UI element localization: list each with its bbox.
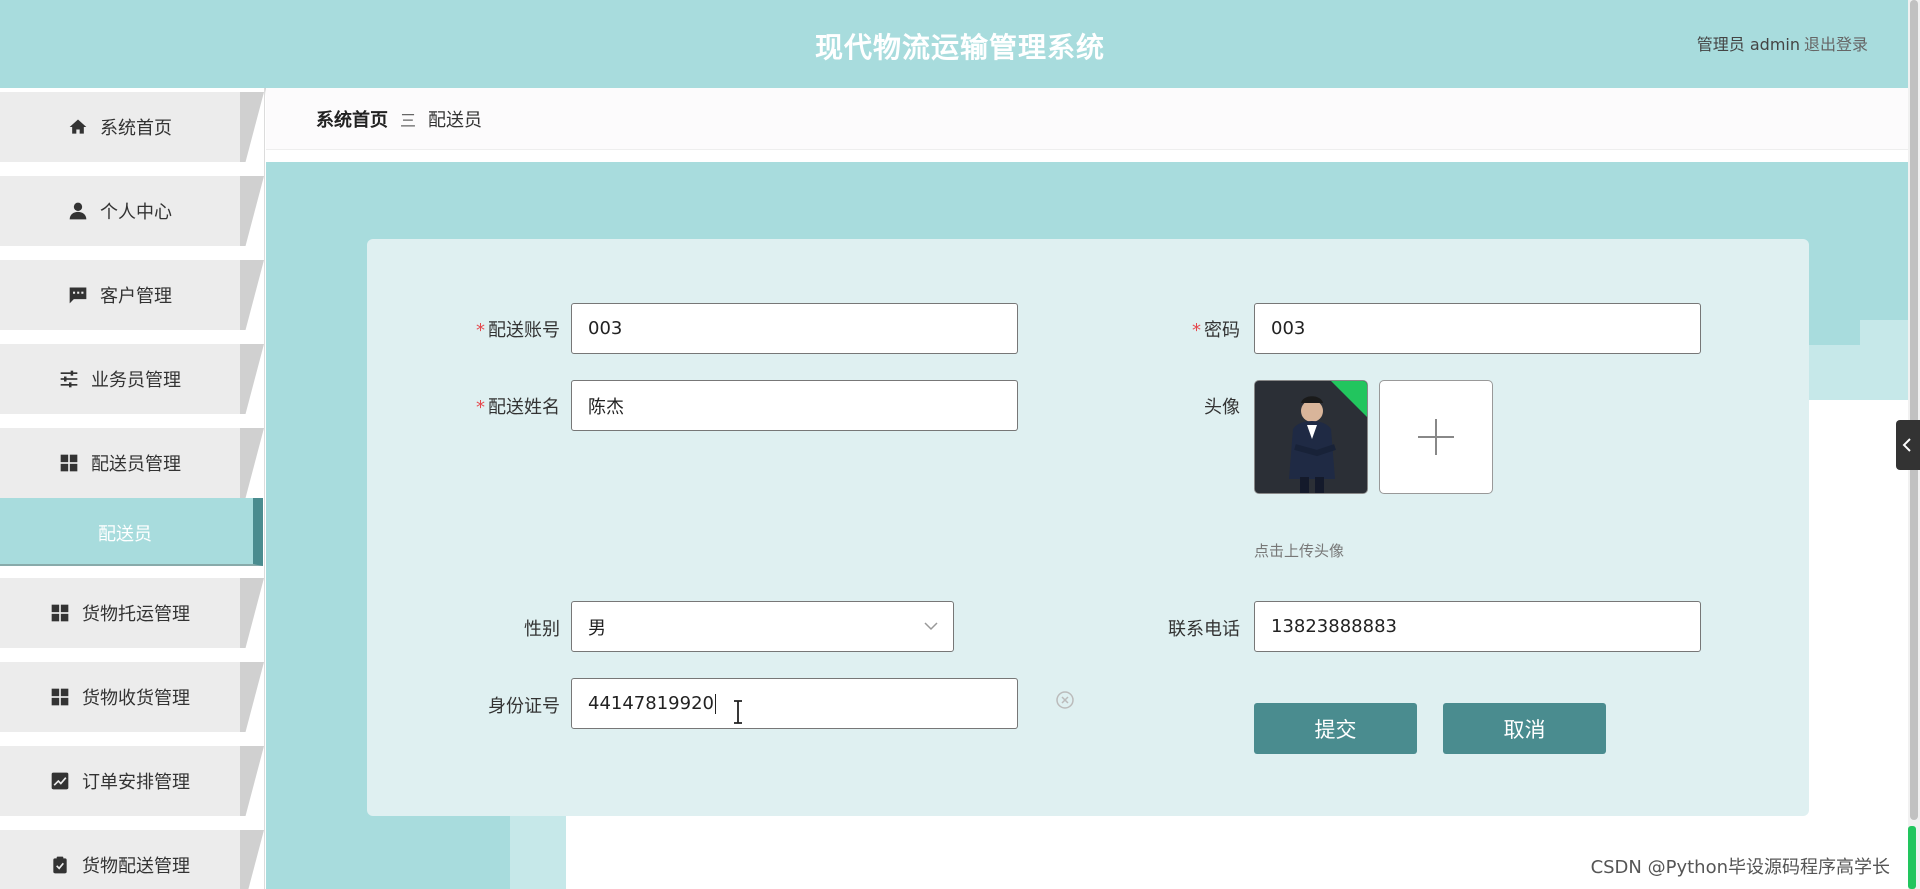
- sidebar-item-orders[interactable]: 订单安排管理: [0, 746, 265, 816]
- scroll-indicator: [1908, 826, 1916, 889]
- logout-link[interactable]: 退出登录: [1804, 31, 1868, 55]
- chat-icon: [69, 287, 87, 304]
- watermark: CSDN @Python毕设源码程序高学长: [1590, 857, 1890, 878]
- sidebar-item-label: 货物配送管理: [82, 856, 190, 877]
- submit-button[interactable]: 提交: [1254, 703, 1417, 754]
- phone-label: 联系电话: [1168, 619, 1240, 640]
- grid-icon: [60, 454, 78, 472]
- password-input[interactable]: 003: [1254, 303, 1701, 354]
- sidebar-item-delivery[interactable]: 货物配送管理: [0, 830, 265, 889]
- sidebar-item-label: 货物收货管理: [82, 688, 190, 709]
- sidebar-item-label: 货物托运管理: [82, 604, 190, 625]
- sidebar-item-label: 订单安排管理: [82, 772, 190, 793]
- decoration-block: [1860, 320, 1908, 400]
- sidebar: 系统首页 个人中心 客户管理 业务员管理 配送员管理 配送员 货物托运管理 货物…: [0, 88, 265, 889]
- text-cursor-icon: [734, 700, 742, 724]
- current-user: 管理员 admin: [1696, 35, 1800, 54]
- side-panel-toggle[interactable]: [1896, 420, 1920, 470]
- gender-select-value: 男: [588, 617, 606, 639]
- breadcrumb: 系统首页 三 配送员: [266, 88, 1908, 150]
- top-header: 现代物流运输管理系统 管理员 admin 退出登录: [0, 0, 1908, 88]
- clear-icon[interactable]: [1055, 690, 1075, 710]
- sidebar-subitem-label: 配送员: [98, 524, 152, 545]
- sidebar-item-customers[interactable]: 客户管理: [0, 260, 265, 330]
- breadcrumb-separator: 三: [400, 110, 417, 130]
- decoration-block: [1808, 345, 1860, 400]
- chevron-down-icon: [924, 622, 938, 631]
- sidebar-item-label: 个人中心: [100, 202, 172, 223]
- gender-select[interactable]: 男: [571, 601, 954, 652]
- id-number-input[interactable]: 44147819920: [571, 678, 1018, 729]
- sidebar-item-profile[interactable]: 个人中心: [0, 176, 265, 246]
- breadcrumb-current: 配送员: [428, 109, 483, 131]
- breadcrumb-home[interactable]: 系统首页: [316, 106, 388, 132]
- chart-icon: [51, 772, 69, 790]
- sidebar-item-label: 业务员管理: [91, 370, 181, 391]
- account-input[interactable]: 003: [571, 303, 1018, 354]
- id-number-value: 44147819920: [588, 693, 714, 714]
- phone-input[interactable]: 13823888883: [1254, 601, 1701, 652]
- id-number-label: 身份证号: [488, 696, 560, 717]
- sidebar-item-salesmen[interactable]: 业务员管理: [0, 344, 265, 414]
- grid-icon: [51, 688, 69, 706]
- plus-icon: [1418, 419, 1454, 455]
- sidebar-item-home[interactable]: 系统首页: [0, 92, 265, 162]
- sidebar-subitem-delivery-staff[interactable]: 配送员: [0, 498, 263, 566]
- user-icon: [69, 202, 87, 220]
- text-caret: [714, 693, 716, 714]
- avatar-upload-button[interactable]: [1379, 380, 1493, 494]
- sidebar-item-delivery-staff[interactable]: 配送员管理: [0, 428, 265, 498]
- home-icon: [69, 119, 87, 134]
- sidebar-item-label: 客户管理: [100, 286, 172, 307]
- gender-label: 性别: [524, 619, 560, 640]
- cancel-button[interactable]: 取消: [1443, 703, 1606, 754]
- avatar-preview[interactable]: [1254, 380, 1368, 494]
- upload-hint: 点击上传头像: [1254, 542, 1345, 560]
- sidebar-item-label: 系统首页: [100, 118, 172, 139]
- sliders-icon: [60, 370, 78, 388]
- scrollbar-thumb[interactable]: [1910, 0, 1918, 820]
- password-label: * 密码: [1192, 320, 1240, 341]
- chevron-left-icon: [1902, 438, 1911, 452]
- account-label: * 配送账号: [476, 320, 560, 341]
- sidebar-item-consignment[interactable]: 货物托运管理: [0, 578, 265, 648]
- name-input[interactable]: 陈杰: [571, 380, 1018, 431]
- name-label: * 配送姓名: [476, 397, 560, 418]
- app-title: 现代物流运输管理系统: [814, 31, 1105, 64]
- clipboard-icon: [53, 856, 67, 874]
- sidebar-item-receiving[interactable]: 货物收货管理: [0, 662, 265, 732]
- avatar-label: 头像: [1204, 397, 1240, 418]
- sidebar-item-label: 配送员管理: [91, 454, 181, 475]
- grid-icon: [51, 604, 69, 622]
